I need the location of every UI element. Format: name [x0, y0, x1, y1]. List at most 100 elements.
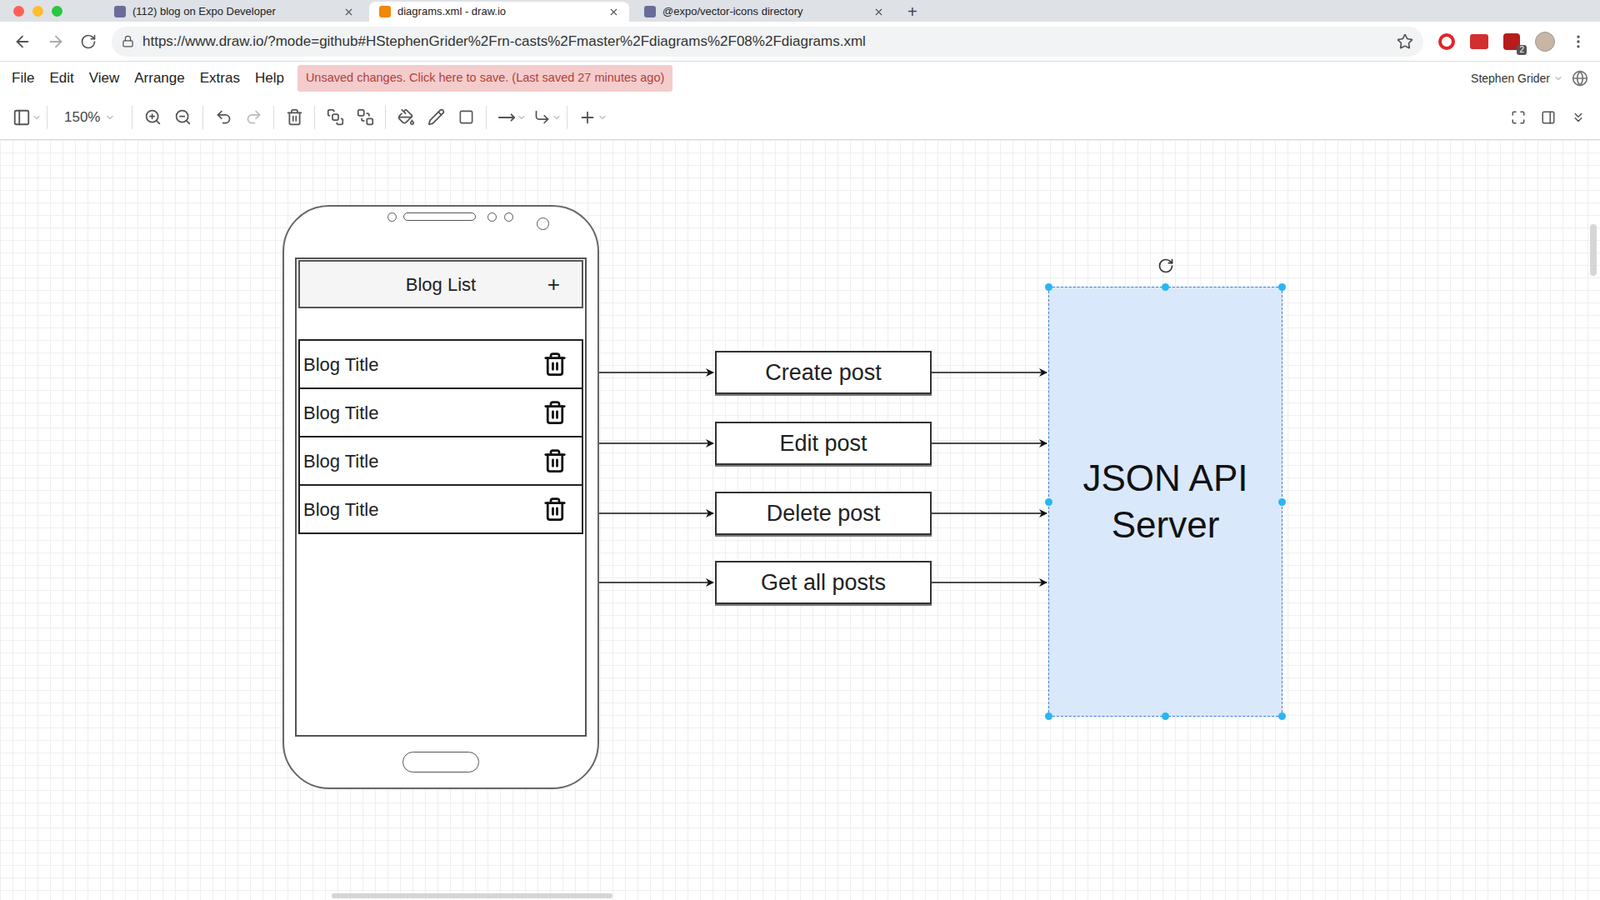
- profile-avatar-icon[interactable]: [1535, 31, 1555, 52]
- resize-handle[interactable]: [1045, 712, 1053, 720]
- trash-icon[interactable]: [542, 400, 568, 425]
- action-box[interactable]: Edit post: [715, 421, 932, 465]
- collapse-icon: [1570, 110, 1586, 125]
- undo-button[interactable]: [208, 102, 239, 133]
- trash-icon[interactable]: [542, 351, 568, 377]
- rotate-handle-icon[interactable]: [1157, 257, 1175, 275]
- minimize-window-icon[interactable]: [32, 5, 44, 17]
- fill-color-button[interactable]: [390, 102, 421, 133]
- resize-handle[interactable]: [1161, 283, 1170, 291]
- tab-close-icon[interactable]: [343, 6, 355, 18]
- unsaved-notice[interactable]: Unsaved changes. Click here to save. (La…: [297, 65, 673, 92]
- resize-handle[interactable]: [1045, 498, 1053, 506]
- new-tab-button[interactable]: +: [899, 1, 926, 22]
- toolbar-separator: [202, 105, 204, 130]
- tab-title: (112) blog on Expo Developer: [132, 3, 337, 20]
- waypoints-button[interactable]: [526, 102, 557, 133]
- zoom-in-button[interactable]: [137, 102, 168, 133]
- trash-icon[interactable]: [542, 448, 568, 474]
- bookmark-star-icon[interactable]: [1396, 33, 1414, 50]
- phone-screen: Blog List+Blog TitleBlog TitleBlog Title…: [295, 257, 587, 737]
- dropdown-icon: [105, 112, 115, 123]
- action-box[interactable]: Get all posts: [715, 560, 932, 605]
- collapse-button[interactable]: [1563, 102, 1594, 133]
- format-toggle-button[interactable]: [1533, 102, 1564, 133]
- close-window-icon[interactable]: [13, 5, 25, 17]
- trash-icon[interactable]: [542, 496, 568, 522]
- blog-row[interactable]: Blog Title: [298, 387, 584, 438]
- menu-item[interactable]: Edit: [49, 67, 74, 90]
- language-icon[interactable]: [1571, 70, 1589, 87]
- home-button[interactable]: [402, 751, 480, 773]
- add-button[interactable]: +: [547, 268, 565, 301]
- to-front-button[interactable]: [320, 102, 350, 133]
- menu-item[interactable]: Arrange: [134, 67, 185, 90]
- action-box[interactable]: Delete post: [715, 491, 932, 535]
- blog-row[interactable]: Blog Title: [298, 484, 584, 535]
- url-field[interactable]: https://www.draw.io/?mode=github#HStephe…: [111, 26, 1424, 57]
- resize-handle[interactable]: [1278, 498, 1286, 506]
- format-panel-button[interactable]: [6, 102, 37, 133]
- vertical-scrollbar[interactable]: [1590, 224, 1597, 276]
- dropdown-icon[interactable]: [516, 112, 527, 123]
- diagram-canvas[interactable]: Blog List+Blog TitleBlog TitleBlog Title…: [0, 140, 1600, 900]
- toolbar-separator: [566, 105, 568, 130]
- toolbar-separator: [385, 105, 386, 130]
- line-color-button[interactable]: [420, 102, 451, 133]
- to-back-button[interactable]: [350, 102, 380, 133]
- extension-icon[interactable]: [1470, 34, 1489, 50]
- resize-handle[interactable]: [1045, 283, 1053, 291]
- resize-handle[interactable]: [1161, 712, 1170, 720]
- resize-handle[interactable]: [1278, 283, 1286, 291]
- fullscreen-button[interactable]: [1503, 102, 1534, 133]
- phone[interactable]: Blog List+Blog TitleBlog TitleBlog Title…: [282, 205, 600, 790]
- horizontal-scrollbar[interactable]: [331, 893, 613, 899]
- toolbar-separator: [485, 105, 487, 130]
- arrow-icon: [497, 108, 516, 127]
- tab-close-icon[interactable]: [608, 6, 620, 18]
- menu: File Edit View Arrange Extras Help: [11, 67, 285, 90]
- favicon-icon: [379, 5, 391, 18]
- menu-item[interactable]: View: [89, 67, 120, 90]
- back-icon[interactable]: [13, 32, 32, 51]
- delete-button[interactable]: [279, 102, 310, 133]
- resize-handle[interactable]: [1278, 712, 1286, 720]
- dropdown-icon[interactable]: [551, 112, 562, 123]
- action-box[interactable]: Create post: [715, 350, 932, 395]
- browser-tab[interactable]: @expo/vector-icons directory: [634, 1, 895, 22]
- menu-item[interactable]: Help: [255, 67, 285, 90]
- json-api-server[interactable]: JSON APIServer: [1048, 286, 1283, 717]
- screen: (112) blog on Expo Developer diagrams.xml…: [0, 0, 1600, 900]
- insert-button[interactable]: [572, 102, 603, 133]
- blog-row[interactable]: Blog Title: [298, 435, 584, 486]
- menu-item[interactable]: Extras: [200, 67, 240, 90]
- camera-icon: [536, 217, 550, 230]
- window-controls: [13, 0, 63, 22]
- browser-menu-icon[interactable]: [1570, 33, 1587, 50]
- connection-button[interactable]: [491, 102, 522, 133]
- maximize-window-icon[interactable]: [51, 5, 63, 17]
- opera-extension-icon[interactable]: [1438, 33, 1455, 50]
- shadow-button[interactable]: [450, 102, 481, 133]
- plus-icon: [578, 108, 597, 127]
- blog-title: Blog Title: [303, 447, 380, 475]
- tab-close-icon[interactable]: [873, 6, 885, 18]
- blog-row[interactable]: Blog Title: [298, 339, 584, 390]
- browser-tab[interactable]: diagrams.xml - draw.io: [369, 1, 630, 22]
- user-dropdown-icon[interactable]: [1553, 73, 1564, 84]
- address-bar: https://www.draw.io/?mode=github#HStephe…: [0, 21, 1600, 62]
- dropdown-icon[interactable]: [31, 112, 42, 123]
- fullscreen-icon: [1510, 110, 1526, 125]
- dropdown-icon[interactable]: [597, 112, 608, 123]
- zoom-select[interactable]: 150%: [52, 106, 127, 129]
- menu-item[interactable]: File: [11, 67, 35, 90]
- user-name[interactable]: Stephen Grider: [1470, 70, 1550, 88]
- redo-button[interactable]: [238, 102, 269, 133]
- panel-right-icon: [1540, 110, 1556, 125]
- zoom-out-button[interactable]: [167, 102, 198, 133]
- reload-icon[interactable]: [80, 33, 97, 50]
- browser-tab[interactable]: (112) blog on Expo Developer: [104, 1, 365, 22]
- header-title: Blog List: [405, 270, 476, 299]
- forward-icon[interactable]: [46, 32, 65, 51]
- shield-extension-icon[interactable]: 2: [1503, 33, 1520, 50]
